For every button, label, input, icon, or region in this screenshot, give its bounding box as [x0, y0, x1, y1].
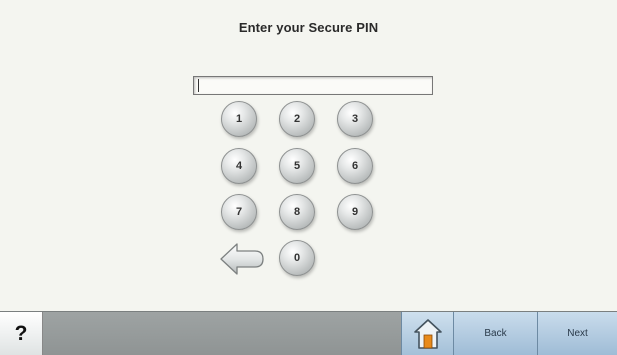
key-label: 8: [293, 206, 301, 218]
page-title: Enter your Secure PIN: [238, 20, 379, 35]
back-button[interactable]: Back: [453, 312, 537, 355]
key-6[interactable]: 6: [337, 148, 373, 184]
key-label: 2: [293, 113, 301, 125]
key-9[interactable]: 9: [337, 194, 373, 230]
key-label: 0: [293, 252, 301, 264]
key-label: 9: [351, 206, 359, 218]
key-7[interactable]: 7: [221, 194, 257, 230]
help-button[interactable]: ?: [0, 312, 43, 355]
pin-entry-screen: Enter your Secure PIN 1 2 3 4 5 6 7 8 9: [0, 0, 617, 355]
next-button[interactable]: Next: [537, 312, 617, 355]
key-8[interactable]: 8: [279, 194, 315, 230]
key-label: 1: [235, 113, 243, 125]
key-label: 3: [351, 113, 359, 125]
pin-input[interactable]: [193, 76, 433, 95]
home-button[interactable]: [401, 312, 453, 355]
back-label: Back: [484, 328, 507, 339]
key-1[interactable]: 1: [221, 101, 257, 137]
key-5[interactable]: 5: [279, 148, 315, 184]
next-label: Next: [567, 328, 588, 339]
key-label: 4: [235, 160, 243, 172]
key-label: 7: [235, 206, 243, 218]
home-icon: [413, 318, 442, 349]
key-0[interactable]: 0: [279, 240, 315, 276]
key-3[interactable]: 3: [337, 101, 373, 137]
text-cursor: [198, 79, 199, 92]
key-4[interactable]: 4: [221, 148, 257, 184]
help-label: ?: [14, 321, 28, 345]
key-2[interactable]: 2: [279, 101, 315, 137]
key-label: 6: [351, 160, 359, 172]
key-label: 5: [293, 160, 301, 172]
backspace-button[interactable]: [219, 240, 265, 278]
backspace-arrow-icon: [220, 243, 264, 275]
